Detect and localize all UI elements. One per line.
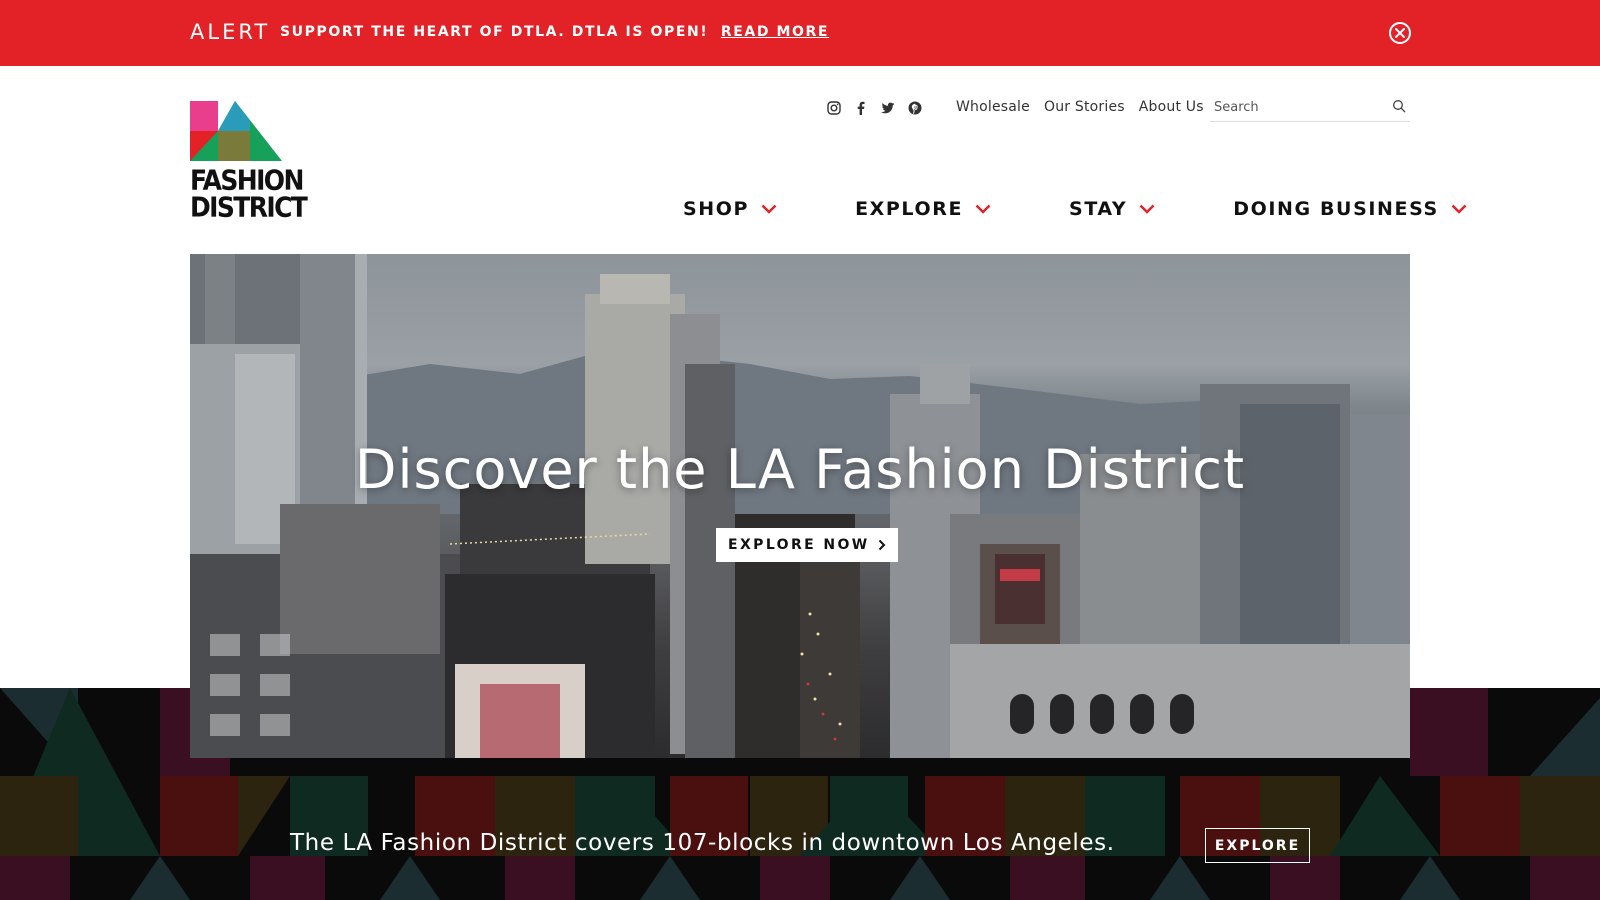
hero-title: Discover the LA Fashion District [354, 438, 1246, 501]
nav-explore[interactable]: EXPLORE [855, 198, 991, 220]
nav-about-us-link[interactable]: About Us [1139, 99, 1204, 115]
hero-banner: Discover the LA Fashion District EXPLORE… [190, 254, 1410, 758]
instagram-icon[interactable] [826, 100, 842, 116]
chevron-right-icon [878, 539, 886, 551]
nav-doing-business-label: DOING BUSINESS [1233, 198, 1439, 220]
search-box [1210, 92, 1410, 122]
read-more-link[interactable]: READ MORE [721, 24, 829, 40]
chevron-down-icon [1451, 204, 1467, 214]
alert-label: ALERT [190, 20, 271, 44]
logo-mark [190, 101, 282, 161]
chevron-down-icon [761, 204, 777, 214]
nav-shop[interactable]: SHOP [683, 198, 777, 220]
main-nav: SHOP EXPLORE STAY DOING BUSINESS [683, 198, 1467, 220]
logo-line-2: DISTRICT [190, 190, 308, 223]
alert-message-text: SUPPORT THE HEART OF DTLA. DTLA IS OPEN! [280, 24, 709, 40]
chevron-down-icon [975, 204, 991, 214]
nav-stay-label: STAY [1069, 198, 1128, 220]
nav-explore-label: EXPLORE [855, 198, 964, 220]
explore-now-label: EXPLORE NOW [728, 537, 870, 553]
search-input[interactable] [1214, 97, 1384, 117]
nav-doing-business[interactable]: DOING BUSINESS [1233, 198, 1467, 220]
chevron-down-icon [1139, 204, 1155, 214]
pinterest-icon[interactable] [907, 100, 923, 116]
twitter-icon[interactable] [880, 100, 896, 116]
social-links [826, 100, 923, 116]
fashion-district-logo[interactable]: FASHION DISTRICT [190, 101, 308, 223]
search-icon[interactable] [1392, 99, 1406, 113]
explore-button[interactable]: EXPLORE [1205, 828, 1310, 863]
logo-wordmark: FASHION DISTRICT [190, 166, 308, 223]
nav-our-stories-link[interactable]: Our Stories [1044, 99, 1125, 115]
close-circle-icon[interactable] [1389, 22, 1411, 44]
nav-wholesale-link[interactable]: Wholesale [956, 99, 1030, 115]
nav-stay[interactable]: STAY [1069, 198, 1155, 220]
explore-now-button[interactable]: EXPLORE NOW [716, 528, 898, 562]
alert-bar: ALERT SUPPORT THE HEART OF DTLA. DTLA IS… [0, 0, 1600, 66]
band-tagline: The LA Fashion District covers 107-block… [290, 830, 1115, 856]
nav-shop-label: SHOP [683, 198, 750, 220]
hero-city-image [190, 254, 1410, 758]
alert-message: SUPPORT THE HEART OF DTLA. DTLA IS OPEN!… [280, 24, 829, 40]
utility-nav: Wholesale Our Stories About Us [956, 99, 1204, 115]
facebook-icon[interactable] [853, 100, 869, 116]
